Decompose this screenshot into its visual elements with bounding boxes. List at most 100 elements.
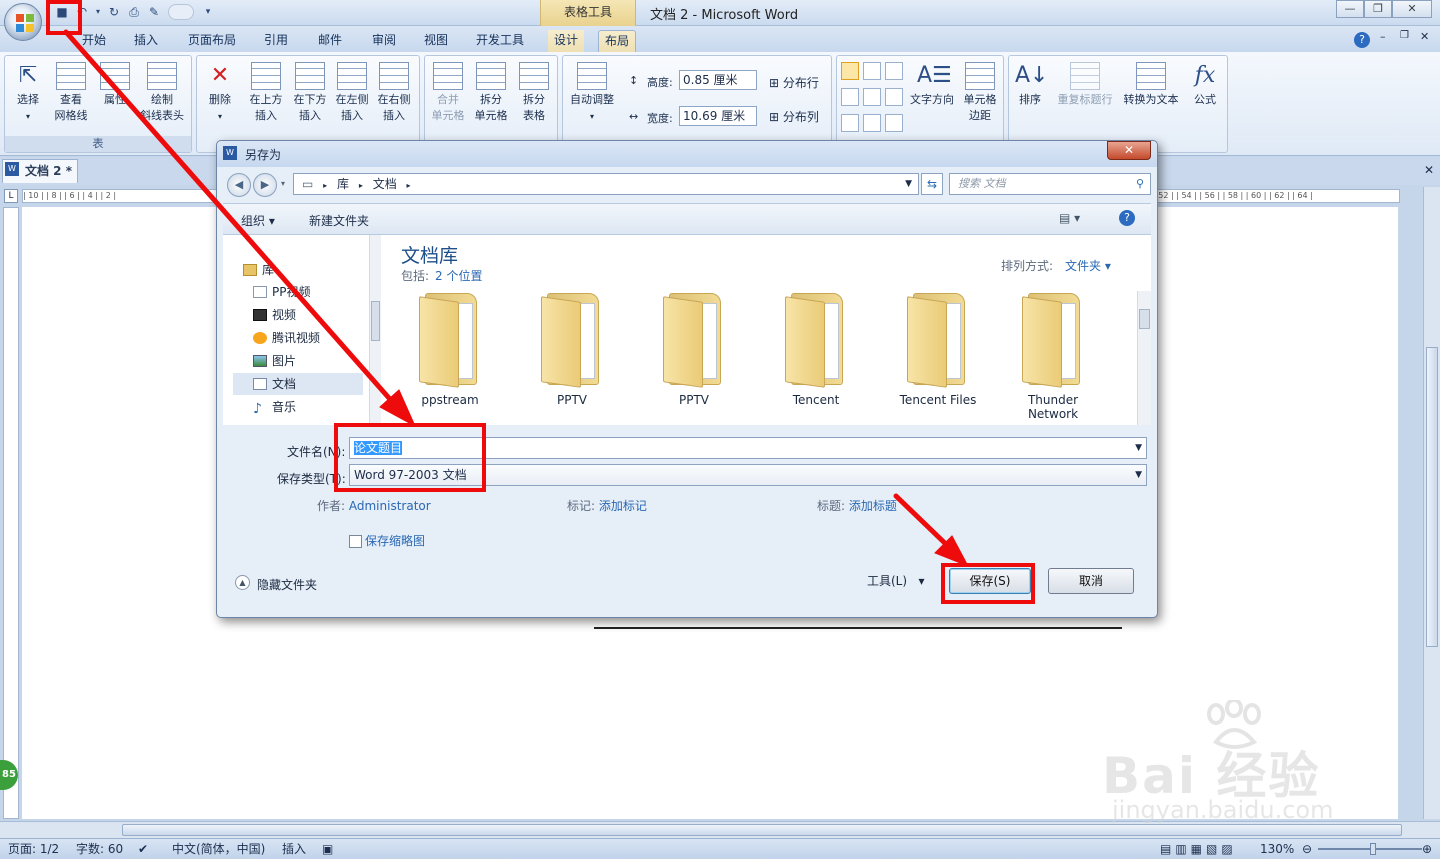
help-icon[interactable]: ? — [1354, 32, 1370, 48]
align-bottom-center-icon[interactable] — [863, 114, 881, 132]
insert-below-button[interactable]: 在下方 插入 — [289, 62, 331, 124]
qat-customize-icon[interactable] — [168, 4, 194, 20]
proofing-icon[interactable]: ✔ — [138, 839, 148, 859]
nav-item-music[interactable]: ♪ 音乐 — [253, 396, 373, 418]
language-status[interactable]: 中文(简体，中国) — [172, 839, 265, 859]
folder-item[interactable]: ppstream — [395, 293, 505, 407]
folder-item[interactable]: Tencent — [761, 293, 871, 407]
breadcrumb-documents[interactable]: 文档 — [373, 177, 397, 191]
align-middle-right-icon[interactable] — [885, 88, 903, 106]
tab-layout[interactable]: 布局 — [598, 30, 637, 52]
search-input[interactable]: 搜索 文档 ⚲ — [949, 173, 1151, 195]
macro-record-icon[interactable]: ▣ — [322, 839, 333, 859]
author-value[interactable]: Administrator — [349, 499, 431, 513]
align-top-center-icon[interactable] — [863, 62, 881, 80]
tab-mailings[interactable]: 邮件 — [312, 30, 348, 52]
dialog-close-button[interactable]: ✕ — [1107, 141, 1151, 160]
tab-developer[interactable]: 开发工具 — [470, 30, 530, 52]
breadcrumb-library[interactable]: 库 — [337, 177, 349, 191]
includes-link[interactable]: 2 个位置 — [435, 267, 482, 284]
office-button[interactable] — [4, 3, 42, 41]
tab-view[interactable]: 视图 — [418, 30, 454, 52]
select-button[interactable]: ⇱ 选择 ▾ — [11, 62, 45, 125]
minimize-button[interactable]: — — [1336, 0, 1364, 18]
convert-to-text-button[interactable]: 转换为文本 — [1119, 62, 1183, 108]
forward-icon[interactable]: ▶ — [253, 173, 277, 197]
nav-item-videos[interactable]: 视频 — [253, 304, 373, 326]
sort-dropdown[interactable]: 文件夹 ▾ — [1065, 257, 1111, 274]
delete-button[interactable]: ✕ 删除 ▾ — [201, 62, 239, 125]
folder-item[interactable]: PPTV — [517, 293, 627, 407]
tab-insert[interactable]: 插入 — [128, 30, 164, 52]
insert-right-button[interactable]: 在右侧 插入 — [373, 62, 415, 124]
close-doc-icon[interactable]: ✕ — [1424, 163, 1434, 177]
zoom-in-icon[interactable]: ⊕ — [1422, 839, 1432, 859]
folder-item[interactable]: Thunder Network — [1005, 293, 1101, 421]
align-top-right-icon[interactable] — [885, 62, 903, 80]
help-icon[interactable]: ? — [1119, 210, 1135, 226]
insert-mode[interactable]: 插入 — [282, 839, 306, 859]
folder-item[interactable]: PPTV — [639, 293, 749, 407]
ribbon-close-icon[interactable]: ✕ — [1420, 30, 1429, 43]
insert-left-button[interactable]: 在左侧 插入 — [331, 62, 373, 124]
text-direction-button[interactable]: A☰ 文字方向 — [907, 62, 957, 108]
height-input[interactable]: 0.85 厘米 — [679, 70, 757, 90]
cell-margins-button[interactable]: 单元格 边距 — [959, 62, 1001, 124]
word-count[interactable]: 字数: 60 — [76, 839, 123, 859]
tab-page-layout[interactable]: 页面布局 — [182, 30, 242, 52]
split-table-button[interactable]: 拆分 表格 — [513, 62, 555, 124]
hide-folders-icon[interactable]: ▲ — [235, 575, 250, 590]
distribute-rows-button[interactable]: ⊞ 分布行 — [769, 74, 819, 91]
align-middle-center-icon[interactable] — [863, 88, 881, 106]
zoom-out-icon[interactable]: ⊖ — [1302, 839, 1312, 859]
repeat-header-button[interactable]: 重复标题行 — [1053, 62, 1117, 108]
split-cells-button[interactable]: 拆分 单元格 — [469, 62, 513, 124]
align-top-left-icon[interactable] — [841, 62, 859, 80]
nav-item-tencent-video[interactable]: 腾讯视频 — [253, 327, 373, 349]
cancel-button[interactable]: 取消 — [1048, 568, 1134, 594]
tab-review[interactable]: 审阅 — [366, 30, 402, 52]
restore-button[interactable]: ❐ — [1364, 0, 1392, 18]
formula-button[interactable]: fx 公式 — [1185, 62, 1225, 108]
tab-references[interactable]: 引用 — [258, 30, 294, 52]
qat-dropdown-icon[interactable]: ▾ — [200, 4, 216, 20]
save-thumbnail-checkbox[interactable] — [349, 535, 362, 548]
print-preview-icon[interactable]: ⎙ — [126, 4, 142, 20]
width-input[interactable]: 10.69 厘米 — [679, 106, 757, 126]
zoom-level[interactable]: 130% — [1260, 839, 1294, 859]
nav-item-library[interactable]: 库 — [243, 259, 363, 281]
zoom-slider-thumb[interactable] — [1370, 843, 1376, 855]
sort-button[interactable]: A↓ 排序 — [1013, 62, 1048, 108]
merge-cells-button[interactable]: 合并 单元格 — [427, 62, 469, 124]
view-gridlines-button[interactable]: 查看 网格线 — [49, 62, 93, 124]
nav-item-pp-video[interactable]: PP视频 — [253, 281, 373, 303]
insert-above-button[interactable]: 在上方 插入 — [245, 62, 287, 124]
page-count[interactable]: 页面: 1/2 — [8, 839, 59, 859]
nav-scroll-thumb[interactable] — [371, 301, 380, 341]
refresh-icon[interactable]: ⇆ — [921, 173, 943, 195]
search-icon[interactable]: ⚲ — [1136, 174, 1144, 194]
filetype-dropdown-icon[interactable]: ▼ — [1135, 465, 1142, 485]
align-middle-left-icon[interactable] — [841, 88, 859, 106]
vertical-scroll-thumb[interactable] — [1426, 347, 1438, 647]
redo-icon[interactable]: ↻ — [106, 4, 122, 20]
filename-dropdown-icon[interactable]: ▼ — [1135, 438, 1142, 458]
new-folder-button[interactable]: 新建文件夹 — [309, 212, 369, 229]
zoom-slider[interactable] — [1318, 843, 1422, 855]
distribute-columns-button[interactable]: ⊞ 分布列 — [769, 108, 819, 125]
draw-diagonal-header-button[interactable]: 绘制 斜线表头 — [135, 62, 189, 124]
address-dropdown-icon[interactable]: ▼ — [905, 174, 912, 194]
view-buttons-icon[interactable]: ▤▥▦▧▨ — [1160, 839, 1237, 859]
vertical-scrollbar[interactable] — [1423, 187, 1440, 819]
breadcrumb[interactable]: ▭ ▸ 库 ▸ 文档 ▸ ▼ — [293, 173, 919, 195]
folder-item[interactable]: Tencent Files — [883, 293, 993, 407]
add-title-link[interactable]: 添加标题 — [849, 499, 897, 513]
nav-scrollbar[interactable] — [369, 235, 381, 425]
ribbon-restore-icon[interactable]: ❐ — [1400, 30, 1409, 41]
align-bottom-left-icon[interactable] — [841, 114, 859, 132]
properties-button[interactable]: 属性 — [95, 62, 135, 108]
tools-button[interactable]: 工具(L) ▾ — [867, 572, 925, 589]
file-list-scroll-thumb[interactable] — [1139, 309, 1150, 329]
nav-item-pictures[interactable]: 图片 — [253, 350, 373, 372]
add-tags-link[interactable]: 添加标记 — [599, 499, 647, 513]
